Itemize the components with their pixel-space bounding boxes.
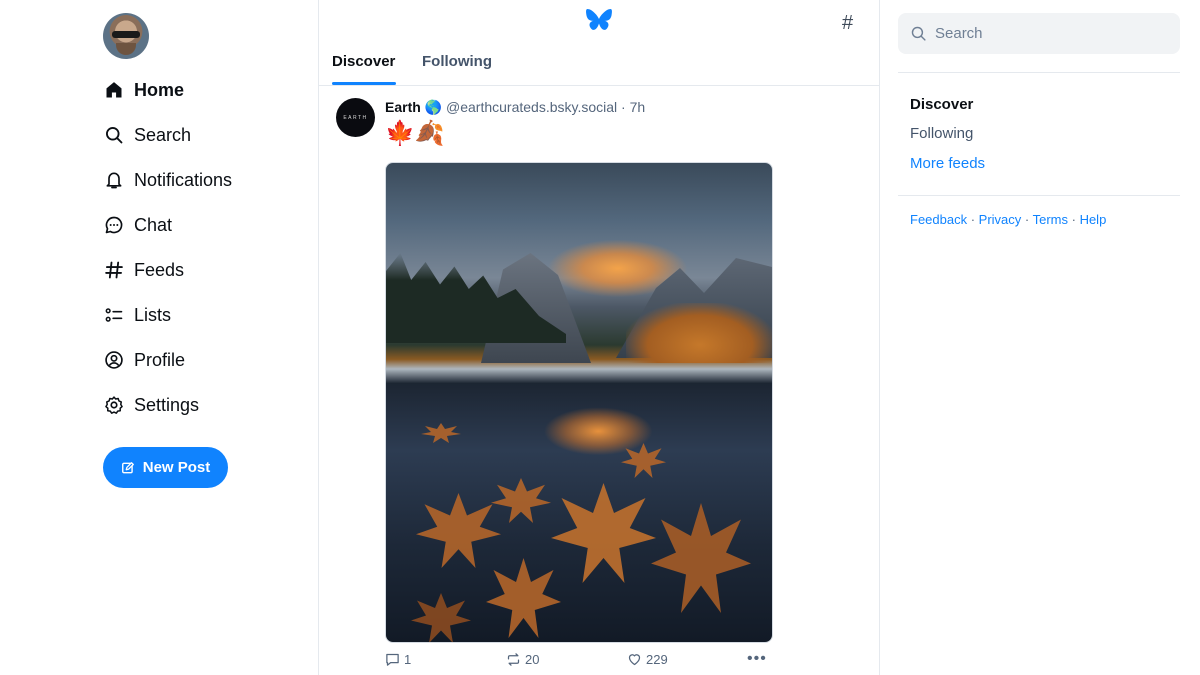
avatar-glasses bbox=[112, 31, 140, 38]
feed-tabs: Discover Following bbox=[319, 44, 880, 86]
post-author-avatar[interactable]: EARTH bbox=[336, 98, 375, 137]
list-icon bbox=[105, 308, 123, 322]
new-post-label: New Post bbox=[142, 459, 211, 476]
right-sidebar: Discover Following More feeds Feedback ·… bbox=[880, 0, 1200, 675]
avatar-beard bbox=[116, 43, 136, 55]
hash-icon bbox=[105, 261, 123, 279]
bell-icon bbox=[106, 172, 122, 189]
footer-separator: · bbox=[967, 212, 979, 227]
nav-item-search[interactable]: Search bbox=[104, 120, 191, 150]
leaf bbox=[651, 503, 751, 613]
more-options-button[interactable]: ••• bbox=[747, 650, 767, 668]
leaf bbox=[621, 443, 666, 478]
search-input[interactable] bbox=[935, 25, 1165, 42]
leaf bbox=[421, 423, 461, 443]
nav-item-label: Chat bbox=[134, 214, 173, 235]
more-feeds-link[interactable]: More feeds bbox=[910, 155, 985, 172]
help-link[interactable]: Help bbox=[1080, 212, 1107, 227]
leaf bbox=[411, 593, 471, 642]
privacy-link[interactable]: Privacy bbox=[979, 212, 1022, 227]
tab-following[interactable]: Following bbox=[422, 53, 492, 70]
post-separator: · bbox=[621, 99, 626, 115]
leaf bbox=[486, 558, 561, 638]
like-button[interactable]: 229 bbox=[627, 652, 668, 667]
nav-item-settings[interactable]: Settings bbox=[104, 390, 199, 420]
divider bbox=[898, 195, 1180, 196]
post-actions: 1 20 229 ••• bbox=[385, 650, 775, 672]
butterfly-logo-icon[interactable] bbox=[585, 8, 613, 34]
active-tab-indicator bbox=[332, 82, 396, 85]
feedback-link[interactable]: Feedback bbox=[910, 212, 967, 227]
heart-icon bbox=[628, 654, 641, 666]
nav-item-chat[interactable]: Chat bbox=[104, 210, 172, 240]
nav-item-home[interactable]: Home bbox=[104, 75, 184, 105]
post-author-emoji: 🌎 bbox=[424, 99, 443, 115]
more-dots-icon: ••• bbox=[747, 650, 767, 667]
nav-item-label: Search bbox=[134, 124, 192, 145]
compose-icon bbox=[121, 461, 134, 473]
post-header: Earth 🌎 @earthcurateds.bsky.social · 7h bbox=[385, 99, 645, 116]
nav-item-label: Settings bbox=[134, 394, 200, 415]
post-text: 🍁🍂 bbox=[385, 120, 445, 147]
avatar-text: EARTH bbox=[343, 114, 368, 121]
nav-item-feeds[interactable]: Feeds bbox=[104, 255, 184, 285]
nav-item-profile[interactable]: Profile bbox=[104, 345, 185, 375]
nav-item-label: Notifications bbox=[134, 169, 233, 190]
autumn-trees bbox=[626, 303, 772, 363]
reply-count: 1 bbox=[404, 652, 412, 667]
footer-separator: · bbox=[1068, 212, 1080, 227]
nav-item-label: Home bbox=[134, 79, 185, 100]
post-image[interactable] bbox=[385, 162, 773, 643]
post-author-name[interactable]: Earth bbox=[385, 99, 421, 115]
feed-link-discover[interactable]: Discover bbox=[910, 96, 973, 113]
leaf bbox=[491, 478, 551, 523]
home-icon bbox=[106, 82, 122, 98]
nav-item-label: Profile bbox=[134, 349, 186, 370]
nav-item-label: Lists bbox=[134, 304, 172, 325]
gear-icon bbox=[105, 396, 123, 414]
repost-count: 20 bbox=[525, 652, 540, 667]
main-feed-column: # Discover Following EARTH Earth 🌎 @eart… bbox=[318, 0, 880, 675]
nav-item-label: Feeds bbox=[134, 259, 185, 280]
post-time[interactable]: 7h bbox=[630, 99, 646, 115]
left-navigation: Home Search Notifications Chat Feeds Lis… bbox=[0, 0, 318, 675]
like-count: 229 bbox=[646, 652, 668, 667]
search-icon bbox=[106, 127, 123, 144]
footer-separator: · bbox=[1021, 212, 1033, 227]
terms-link[interactable]: Terms bbox=[1033, 212, 1068, 227]
repost-icon bbox=[507, 653, 520, 666]
search-icon bbox=[911, 26, 926, 41]
reply-icon bbox=[386, 653, 399, 666]
search-box[interactable] bbox=[898, 13, 1180, 54]
tab-discover[interactable]: Discover bbox=[332, 53, 395, 70]
feeds-hash-icon[interactable]: # bbox=[842, 12, 853, 35]
divider bbox=[898, 72, 1180, 73]
chat-bubble-icon bbox=[105, 216, 123, 234]
new-post-button[interactable]: New Post bbox=[103, 447, 228, 488]
repost-button[interactable]: 20 bbox=[506, 652, 539, 667]
post-author-handle[interactable]: @earthcurateds.bsky.social bbox=[446, 99, 617, 115]
leaf bbox=[416, 493, 501, 568]
nav-item-notifications[interactable]: Notifications bbox=[104, 165, 232, 195]
user-circle-icon bbox=[105, 351, 123, 369]
feed-link-following[interactable]: Following bbox=[910, 125, 973, 142]
nav-item-lists[interactable]: Lists bbox=[104, 300, 171, 330]
reply-button[interactable]: 1 bbox=[385, 652, 411, 667]
footer-links: Feedback · Privacy · Terms · Help bbox=[910, 212, 1106, 227]
leaf bbox=[551, 483, 656, 583]
user-avatar[interactable] bbox=[103, 13, 149, 59]
